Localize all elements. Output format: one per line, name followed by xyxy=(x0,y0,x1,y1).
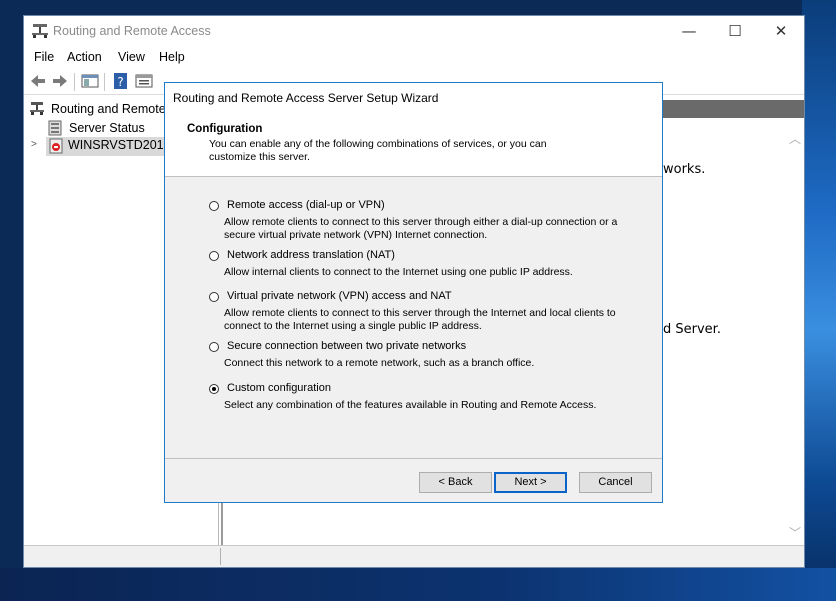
tree-item-label: Server Status xyxy=(69,121,145,135)
radio-remote-access[interactable] xyxy=(209,201,219,211)
show-hide-console-tree-icon[interactable] xyxy=(80,72,100,90)
radio-secure-connection[interactable] xyxy=(209,342,219,352)
back-button[interactable]: < Back xyxy=(419,472,492,493)
wizard-footer: < Back Next > Cancel xyxy=(165,459,662,502)
details-text-fragment: d Server. xyxy=(663,322,721,337)
server-status-icon xyxy=(48,120,62,136)
wizard-header: Configuration You can enable any of the … xyxy=(165,113,662,177)
scroll-up-icon[interactable]: ︿ xyxy=(789,130,801,147)
radio-selected-dot xyxy=(212,387,216,391)
wizard-body: Remote access (dial-up or VPN) Allow rem… xyxy=(165,177,662,459)
properties-icon[interactable] xyxy=(134,72,154,90)
option-description: Select any combination of the features a… xyxy=(224,399,597,411)
toolbar-separator xyxy=(74,73,75,91)
chevron-right-icon[interactable]: > xyxy=(31,139,37,150)
option-description: Allow internal clients to connect to the… xyxy=(224,266,573,278)
wizard-page-title: Configuration xyxy=(187,123,263,135)
menu-action[interactable]: Action xyxy=(67,50,102,64)
option-label[interactable]: Custom configuration xyxy=(227,382,331,394)
desktop-background-bottom xyxy=(0,568,836,601)
close-button[interactable]: ✕ xyxy=(758,16,804,46)
forward-arrow-icon[interactable] xyxy=(50,72,70,90)
scroll-down-icon[interactable]: ﹀ xyxy=(789,524,801,541)
option-label[interactable]: Secure connection between two private ne… xyxy=(227,340,466,352)
server-stopped-icon xyxy=(49,138,63,154)
option-description: Connect this network to a remote network… xyxy=(224,357,535,369)
option-label[interactable]: Remote access (dial-up or VPN) xyxy=(227,199,385,211)
routing-root-icon xyxy=(30,102,44,115)
menu-help[interactable]: Help xyxy=(159,50,185,64)
back-arrow-icon[interactable] xyxy=(28,72,48,90)
setup-wizard-dialog: Routing and Remote Access Server Setup W… xyxy=(164,82,663,503)
wizard-page-subtitle: You can enable any of the following comb… xyxy=(209,138,547,163)
svg-text:?: ? xyxy=(117,75,123,89)
vertical-scrollbar[interactable]: ︿ ﹀ xyxy=(786,124,804,545)
status-bar xyxy=(24,545,804,567)
menu-view[interactable]: View xyxy=(118,50,145,64)
radio-vpn-and-nat[interactable] xyxy=(209,292,219,302)
radio-custom-configuration[interactable] xyxy=(209,384,219,394)
tree-item-label: WINSRVSTD2016 ( xyxy=(68,138,179,152)
wizard-title: Routing and Remote Access Server Setup W… xyxy=(173,91,439,105)
option-description: Allow remote clients to connect to this … xyxy=(224,216,618,241)
routing-app-icon xyxy=(32,24,48,38)
option-label[interactable]: Virtual private network (VPN) access and… xyxy=(227,290,452,302)
help-icon[interactable]: ? xyxy=(111,72,131,90)
option-label[interactable]: Network address translation (NAT) xyxy=(227,249,395,261)
window-title: Routing and Remote Access xyxy=(53,24,211,38)
next-button[interactable]: Next > xyxy=(494,472,567,493)
menu-bar: File Action View Help xyxy=(24,47,804,69)
status-bar-divider xyxy=(220,548,221,565)
details-text-fragment: works. xyxy=(663,162,706,177)
minimize-button[interactable]: — xyxy=(666,16,712,46)
cancel-button[interactable]: Cancel xyxy=(579,472,652,493)
radio-nat[interactable] xyxy=(209,251,219,261)
option-description: Allow remote clients to connect to this … xyxy=(224,307,616,332)
menu-file[interactable]: File xyxy=(34,50,54,64)
maximize-button[interactable]: ☐ xyxy=(712,16,758,46)
toolbar-separator xyxy=(104,73,105,91)
desktop-background xyxy=(802,0,836,601)
title-bar: Routing and Remote Access — ☐ ✕ xyxy=(24,16,804,47)
